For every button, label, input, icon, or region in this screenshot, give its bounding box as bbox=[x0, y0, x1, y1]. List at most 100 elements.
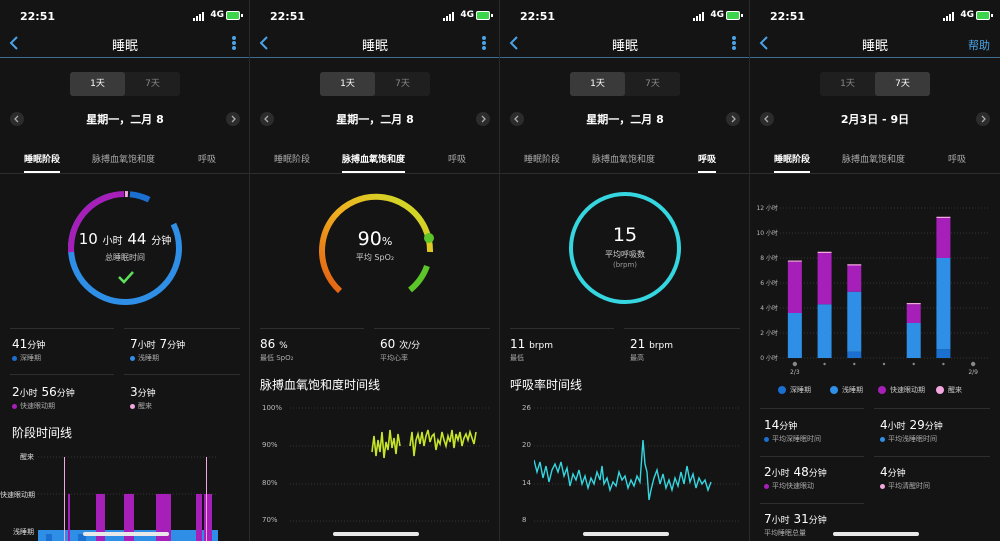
legend-deep-dot bbox=[778, 386, 786, 394]
date-nav: 2月3日 - 9日 bbox=[750, 106, 1000, 132]
tab-respiration[interactable]: 呼吸 bbox=[448, 152, 466, 165]
y-tick-label: 6 小时 bbox=[760, 279, 778, 287]
section-title: 阶段时间线 bbox=[12, 426, 73, 440]
stat-unit: 小时 bbox=[887, 422, 906, 432]
range-toggle: 1天 7天 bbox=[820, 72, 930, 96]
home-indicator[interactable] bbox=[83, 532, 169, 536]
home-indicator[interactable] bbox=[833, 532, 919, 536]
y-tick-label: 12 小时 bbox=[756, 204, 778, 212]
stat-min-spo2: 86 % 最低 SpO₂ bbox=[260, 337, 293, 363]
spo2-value: 90% bbox=[250, 228, 499, 250]
divider bbox=[760, 503, 864, 504]
stat-label: 最低 bbox=[510, 354, 524, 362]
legend-rem-dot bbox=[878, 386, 886, 394]
stat-label: 最高 bbox=[630, 354, 644, 362]
bar-segment[interactable] bbox=[936, 216, 951, 218]
home-indicator[interactable] bbox=[583, 532, 669, 536]
range-week-button[interactable]: 7天 bbox=[125, 72, 180, 96]
bar-segment[interactable] bbox=[787, 313, 802, 358]
bar-segment[interactable] bbox=[906, 323, 921, 358]
help-link[interactable]: 帮助 bbox=[968, 37, 990, 53]
nav-header: 睡眠 bbox=[500, 30, 749, 58]
bar-segment[interactable] bbox=[787, 260, 802, 262]
y-tick: 8 bbox=[522, 516, 527, 524]
bar-segment[interactable] bbox=[936, 349, 951, 358]
bar-segment[interactable] bbox=[847, 264, 862, 266]
tab-respiration[interactable]: 呼吸 bbox=[948, 152, 966, 165]
tab-spo2[interactable]: 脉搏血氧饱和度 bbox=[92, 152, 155, 165]
x-tick-label: 2/9 bbox=[968, 369, 978, 376]
tab-spo2[interactable]: 脉搏血氧饱和度 bbox=[842, 152, 905, 165]
x-marker bbox=[882, 362, 886, 366]
stat-value2: 56 bbox=[41, 385, 57, 399]
bar-segment[interactable] bbox=[936, 258, 951, 350]
bar-segment[interactable] bbox=[787, 261, 802, 313]
range-day-button[interactable]: 1天 bbox=[70, 72, 125, 96]
stat-value: 2 bbox=[764, 465, 772, 479]
range-day-button[interactable]: 1天 bbox=[820, 72, 875, 96]
stat-label: 快速眼动期 bbox=[20, 402, 55, 410]
next-date-button[interactable] bbox=[726, 112, 740, 126]
ring-label: 总睡眠时间 bbox=[105, 253, 145, 262]
range-day-button[interactable]: 1天 bbox=[570, 72, 625, 96]
x-marker bbox=[853, 362, 856, 366]
tab-sleep-stages[interactable]: 睡眠阶段 bbox=[24, 152, 61, 173]
bar-segment[interactable] bbox=[847, 291, 862, 352]
stat-value: 2 bbox=[12, 385, 20, 399]
stat-value: 7 bbox=[130, 337, 138, 351]
range-week-button[interactable]: 7天 bbox=[875, 72, 930, 96]
more-icon[interactable] bbox=[732, 36, 736, 50]
range-week-button[interactable]: 7天 bbox=[625, 72, 680, 96]
legend-light-dot bbox=[830, 386, 838, 394]
signal-icon bbox=[943, 12, 956, 21]
bar-segment[interactable] bbox=[906, 304, 921, 323]
bar-segment[interactable] bbox=[817, 253, 832, 305]
tab-sleep-stages[interactable]: 睡眠阶段 bbox=[274, 152, 310, 165]
stat-unit: 小时 bbox=[771, 516, 790, 526]
level-awake: 醒来 bbox=[20, 453, 34, 461]
stat-label: 平均睡眠总量 bbox=[764, 529, 806, 537]
bar-segment[interactable] bbox=[906, 303, 921, 305]
next-date-button[interactable] bbox=[976, 112, 990, 126]
tab-spo2[interactable]: 脉搏血氧饱和度 bbox=[342, 152, 406, 173]
next-date-button[interactable] bbox=[476, 112, 490, 126]
tab-bar: 睡眠阶段 脉搏血氧饱和度 呼吸 bbox=[250, 146, 499, 174]
stat-avg-deep: 14分钟 平均深睡眠时间 bbox=[764, 418, 821, 444]
divider bbox=[874, 408, 990, 409]
bar-segment[interactable] bbox=[847, 265, 862, 292]
tab-respiration[interactable]: 呼吸 bbox=[198, 152, 216, 165]
divider bbox=[760, 408, 864, 409]
bar-segment[interactable] bbox=[817, 251, 832, 253]
tab-bar: 睡眠阶段 脉搏血氧饱和度 呼吸 bbox=[500, 146, 749, 174]
divider bbox=[124, 328, 240, 329]
x-tick-label: 2/3 bbox=[790, 369, 800, 376]
tab-spo2[interactable]: 脉搏血氧饱和度 bbox=[592, 152, 655, 165]
tab-respiration[interactable]: 呼吸 bbox=[698, 152, 717, 173]
next-date-button[interactable] bbox=[226, 112, 240, 126]
tab-sleep-stages[interactable]: 睡眠阶段 bbox=[774, 152, 811, 173]
x-marker bbox=[823, 362, 826, 366]
weekly-sleep-chart: 12 小时 10 小时 8 小时 6 小时 4 小时 2 小时 0 小时 2/3 2/9 bbox=[756, 204, 988, 376]
tab-sleep-stages[interactable]: 睡眠阶段 bbox=[524, 152, 560, 165]
ring-circle bbox=[569, 192, 681, 304]
bar-segment[interactable] bbox=[936, 218, 951, 258]
bar-segment[interactable] bbox=[817, 304, 832, 358]
stat-value: 4 bbox=[880, 418, 888, 432]
more-icon[interactable] bbox=[482, 36, 486, 50]
divider bbox=[874, 456, 990, 457]
x-marker bbox=[970, 361, 976, 367]
ring-unit: (brpm) bbox=[612, 261, 638, 269]
range-day-button[interactable]: 1天 bbox=[320, 72, 375, 96]
chevron-right-icon bbox=[981, 115, 986, 123]
range-toggle: 1天 7天 bbox=[320, 72, 430, 96]
home-indicator[interactable] bbox=[333, 532, 419, 536]
ring-label: 平均呼吸数 bbox=[605, 250, 645, 259]
more-icon[interactable] bbox=[232, 36, 236, 50]
stat-label: 浅睡期 bbox=[138, 354, 159, 362]
legend-rem: 快速眼动期 bbox=[890, 386, 925, 394]
bar-segment[interactable] bbox=[847, 351, 862, 358]
status-bar: 22:51 4G bbox=[250, 0, 499, 32]
tab-bar: 睡眠阶段 脉搏血氧饱和度 呼吸 bbox=[0, 146, 249, 174]
date-label: 星期一，二月 8 bbox=[86, 113, 164, 126]
range-week-button[interactable]: 7天 bbox=[375, 72, 430, 96]
